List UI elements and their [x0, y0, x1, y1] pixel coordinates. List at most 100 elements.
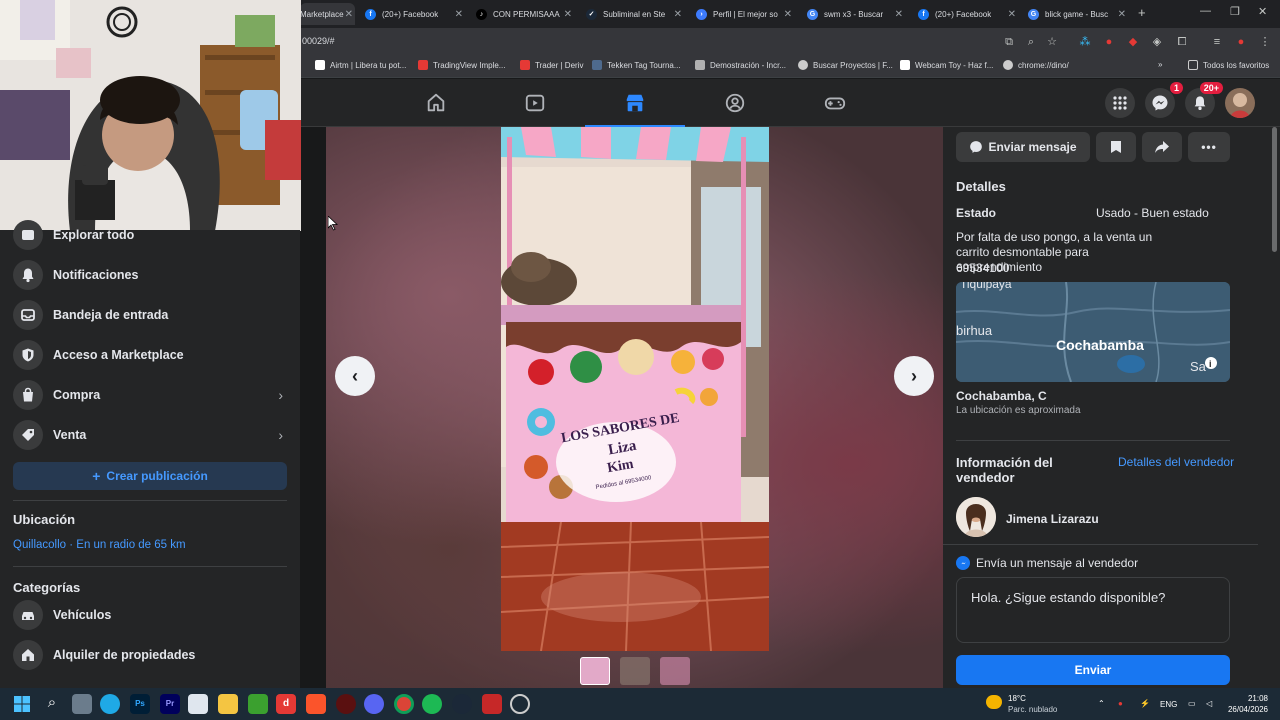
previous-image-button[interactable]: ‹ — [335, 356, 375, 396]
url-field[interactable]: 00029/# — [302, 36, 335, 46]
taskbar-app-icon[interactable] — [482, 694, 502, 714]
sidebar-item-marketplace-access[interactable]: Acceso a Marketplace — [13, 337, 287, 373]
restore-icon[interactable]: ❐ — [1230, 5, 1240, 18]
close-icon[interactable]: ✕ — [674, 9, 682, 20]
close-window-icon[interactable]: ✕ — [1258, 5, 1267, 18]
sidebar-item-inbox[interactable]: Bandeja de entrada — [13, 297, 287, 333]
home-tab[interactable] — [386, 79, 486, 127]
network-icon[interactable]: ▭ — [1188, 699, 1196, 708]
brave-icon[interactable] — [306, 694, 326, 714]
close-icon[interactable]: ✕ — [345, 9, 353, 20]
zoom-icon[interactable]: ⌕ — [1024, 35, 1038, 49]
scrollbar-thumb[interactable] — [1272, 127, 1277, 252]
bookmark-item[interactable]: Demostración - Incr... — [695, 60, 786, 70]
sidebar-item-buy[interactable]: Compra › — [13, 377, 287, 413]
profile-avatar[interactable] — [1225, 88, 1255, 118]
bookmark-item[interactable]: TradingView Imple... — [418, 60, 505, 70]
start-button[interactable] — [12, 694, 32, 714]
taskbar-app-icon[interactable] — [72, 694, 92, 714]
extension-icon[interactable]: ● — [1102, 35, 1116, 49]
marketplace-tab[interactable] — [585, 79, 685, 128]
page-scrollbar[interactable] — [1269, 127, 1280, 688]
notifications-button[interactable]: 20+ — [1185, 82, 1223, 118]
cast-icon[interactable]: ⧉ — [1002, 35, 1016, 49]
language-indicator[interactable]: ENG — [1160, 700, 1177, 709]
minecraft-icon[interactable] — [248, 694, 268, 714]
tab-google-search-2[interactable]: G blick game - Busc ✕ — [1028, 3, 1128, 25]
seller-details-link[interactable]: Detalles del vendedor — [1118, 455, 1234, 469]
extension-icon[interactable]: ◆ — [1126, 35, 1140, 49]
bookmark-item[interactable]: Tekken Tag Tourna... — [592, 60, 681, 70]
image-thumbnail[interactable] — [620, 657, 650, 685]
close-icon[interactable]: ✕ — [784, 9, 792, 20]
sidebar-item-sell[interactable]: Venta › — [13, 417, 287, 453]
image-thumbnail[interactable] — [580, 657, 610, 685]
close-icon[interactable]: ✕ — [1118, 9, 1126, 20]
save-button[interactable] — [1096, 132, 1136, 162]
weather-temp[interactable]: 18°C — [1008, 694, 1026, 703]
category-rentals[interactable]: Alquiler de propiedades — [13, 637, 287, 673]
menu-icon[interactable]: ⋮ — [1258, 35, 1272, 49]
minimize-icon[interactable]: — — [1200, 5, 1211, 17]
messenger-button[interactable]: 1 — [1145, 82, 1183, 118]
taskbar-app-icon[interactable] — [336, 694, 356, 714]
bookmark-item[interactable]: Webcam Toy - Haz f... — [900, 60, 993, 70]
send-message-button[interactable]: Enviar mensaje — [956, 132, 1090, 162]
star-icon[interactable]: ☆ — [1045, 35, 1059, 49]
bookmark-item[interactable]: chrome://dino/ — [1003, 60, 1069, 70]
profile-icon[interactable]: ● — [1234, 35, 1248, 49]
all-favorites[interactable]: Todos los favoritos — [1188, 60, 1269, 70]
discord-icon[interactable] — [364, 694, 384, 714]
close-icon[interactable]: ✕ — [564, 9, 572, 20]
search-icon[interactable]: ⌕ — [42, 694, 62, 714]
extension-icon[interactable]: ⁂ — [1078, 35, 1092, 49]
close-icon[interactable]: ✕ — [455, 9, 463, 20]
watch-tab[interactable] — [485, 79, 585, 127]
extension-icon[interactable]: ◈ — [1150, 35, 1164, 49]
obs-icon[interactable] — [510, 694, 530, 714]
photoshop-icon[interactable]: Ps — [130, 694, 150, 714]
sidebar-item-notifications[interactable]: Notificaciones — [13, 257, 287, 293]
chrome-icon[interactable] — [394, 694, 414, 714]
bookmark-item[interactable]: Airtm | Libera tu pot... — [315, 60, 406, 70]
tab-marketplace[interactable]: Marketplace ✕ — [300, 3, 355, 25]
gaming-tab[interactable] — [785, 79, 885, 127]
message-input[interactable]: Hola. ¿Sigue estando disponible? — [956, 577, 1230, 643]
puzzle-icon[interactable]: ⧠ — [1175, 35, 1189, 49]
location-map[interactable]: Tiquipaya birhua Cochabamba Sa i — [956, 282, 1230, 382]
category-vehicles[interactable]: Vehículos — [13, 597, 287, 633]
tab-profile[interactable]: › Perfil | El mejor so ✕ — [696, 3, 794, 25]
groups-tab[interactable] — [685, 79, 785, 127]
tab-tiktok[interactable]: ♪ CON PERMISAAA ✕ — [476, 3, 574, 25]
tab-google-search[interactable]: G swm x3 - Buscar ✕ — [807, 3, 905, 25]
tray-app-icon[interactable]: ⚡ — [1140, 699, 1150, 708]
tray-chevron-icon[interactable]: ⌃ — [1098, 699, 1105, 708]
location-filter-link[interactable]: Quillacollo · En un radio de 65 km — [13, 539, 186, 551]
close-icon[interactable]: ✕ — [895, 9, 903, 20]
steam-icon[interactable] — [452, 694, 472, 714]
bookmark-item[interactable]: Buscar Proyectos | F... — [798, 60, 893, 70]
folder-icon[interactable] — [218, 694, 238, 714]
listing-photo[interactable]: LOS SABORES DE Liza Kim Pedidos al 69534… — [501, 127, 769, 651]
share-button[interactable] — [1142, 132, 1182, 162]
create-listing-button[interactable]: + Crear publicación — [13, 462, 287, 490]
sidebar-item-explore[interactable]: Explorar todo — [13, 217, 287, 253]
new-tab-button[interactable]: + — [1138, 5, 1146, 20]
premiere-icon[interactable]: Pr — [160, 694, 180, 714]
more-bookmarks-icon[interactable]: » — [1158, 60, 1162, 69]
image-thumbnail[interactable] — [660, 657, 690, 685]
send-button[interactable]: Enviar — [956, 655, 1230, 685]
bookmark-item[interactable]: Trader | Deriv — [520, 60, 583, 70]
next-image-button[interactable]: › — [894, 356, 934, 396]
edge-icon[interactable] — [100, 694, 120, 714]
tab-facebook[interactable]: f (20+) Facebook ✕ — [365, 3, 465, 25]
tab-steam[interactable]: ✓ Subliminal en Ste ✕ — [586, 3, 684, 25]
deriv-icon[interactable]: d — [276, 694, 296, 714]
media-icon[interactable]: ≡ — [1210, 35, 1224, 49]
menu-grid-button[interactable] — [1105, 88, 1135, 118]
clock-time[interactable]: 21:08 — [1232, 694, 1268, 703]
tab-facebook-2[interactable]: f (20+) Facebook ✕ — [918, 3, 1018, 25]
spotify-icon[interactable] — [422, 694, 442, 714]
more-options-button[interactable]: ••• — [1188, 132, 1230, 162]
tray-app-icon[interactable]: ● — [1118, 699, 1123, 708]
